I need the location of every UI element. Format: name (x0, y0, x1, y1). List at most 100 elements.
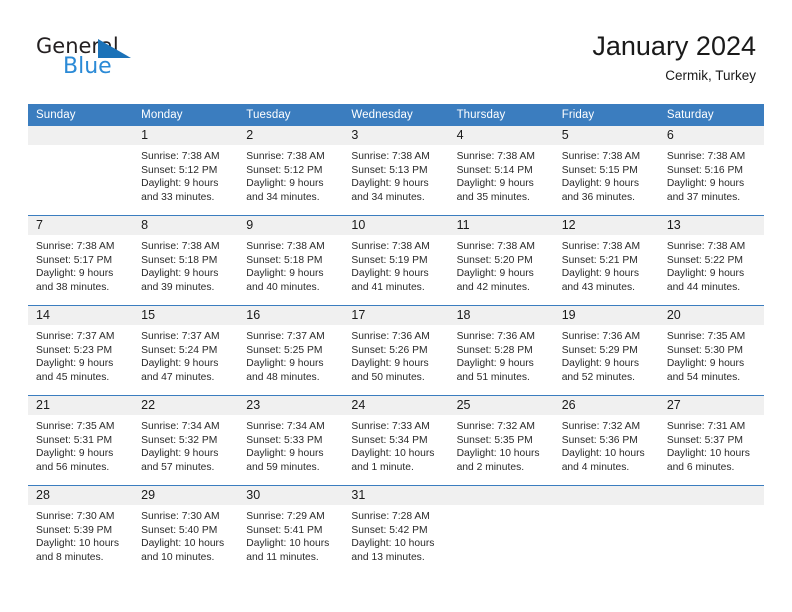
day-cell[interactable]: 24 Sunrise: 7:33 AM Sunset: 5:34 PM Dayl… (343, 395, 449, 486)
day-cell[interactable]: 26 Sunrise: 7:32 AM Sunset: 5:36 PM Dayl… (553, 395, 659, 486)
day-cell[interactable]: 22 Sunrise: 7:34 AM Sunset: 5:32 PM Dayl… (133, 395, 239, 486)
daylight-text: Daylight: 9 hours and 42 minutes. (456, 268, 534, 293)
day-info: Sunrise: 7:33 AM Sunset: 5:34 PM Dayligh… (343, 415, 448, 474)
weekday-header-saturday: Saturday (658, 104, 764, 126)
day-cell[interactable]: 27 Sunrise: 7:31 AM Sunset: 5:37 PM Dayl… (658, 395, 764, 486)
day-cell[interactable] (28, 126, 134, 216)
day-info: Sunrise: 7:36 AM Sunset: 5:29 PM Dayligh… (554, 325, 659, 384)
day-number: 8 (133, 216, 239, 235)
day-cell[interactable]: 10 Sunrise: 7:38 AM Sunset: 5:19 PM Dayl… (343, 215, 449, 306)
day-info: Sunrise: 7:35 AM Sunset: 5:30 PM Dayligh… (659, 325, 764, 384)
sunrise-text: Sunrise: 7:38 AM (36, 241, 115, 252)
day-cell[interactable]: 12 Sunrise: 7:38 AM Sunset: 5:21 PM Dayl… (553, 215, 659, 306)
day-cell[interactable]: 13 Sunrise: 7:38 AM Sunset: 5:22 PM Dayl… (658, 215, 764, 306)
day-cell[interactable]: 31 Sunrise: 7:28 AM Sunset: 5:42 PM Dayl… (343, 485, 449, 575)
day-info: Sunrise: 7:38 AM Sunset: 5:16 PM Dayligh… (659, 145, 764, 204)
daylight-text: Daylight: 9 hours and 45 minutes. (36, 358, 114, 383)
day-cell[interactable]: 15 Sunrise: 7:37 AM Sunset: 5:24 PM Dayl… (133, 305, 239, 396)
daylight-text: Daylight: 9 hours and 48 minutes. (246, 358, 324, 383)
day-cell[interactable]: 19 Sunrise: 7:36 AM Sunset: 5:29 PM Dayl… (553, 305, 659, 396)
daylight-text: Daylight: 9 hours and 37 minutes. (666, 178, 745, 203)
daylight-text: Daylight: 9 hours and 52 minutes. (561, 358, 639, 383)
sunrise-text: Sunrise: 7:37 AM (141, 331, 220, 342)
daylight-text: Daylight: 10 hours and 6 minutes. (666, 448, 750, 473)
sunrise-text: Sunrise: 7:28 AM (351, 511, 430, 522)
day-info: Sunrise: 7:38 AM Sunset: 5:19 PM Dayligh… (343, 235, 448, 294)
day-cell[interactable]: 23 Sunrise: 7:34 AM Sunset: 5:33 PM Dayl… (238, 395, 344, 486)
week-row: 14 Sunrise: 7:37 AM Sunset: 5:23 PM Dayl… (28, 305, 764, 396)
sunrise-text: Sunrise: 7:36 AM (456, 331, 535, 342)
day-info: Sunrise: 7:38 AM Sunset: 5:13 PM Dayligh… (343, 145, 448, 204)
day-number (448, 486, 554, 505)
day-cell[interactable]: 16 Sunrise: 7:37 AM Sunset: 5:25 PM Dayl… (238, 305, 344, 396)
sunset-text: Sunset: 5:13 PM (351, 164, 428, 176)
daylight-text: Daylight: 10 hours and 11 minutes. (246, 538, 330, 563)
day-number: 24 (343, 396, 449, 415)
day-cell[interactable]: 4 Sunrise: 7:38 AM Sunset: 5:14 PM Dayli… (448, 126, 554, 216)
day-cell[interactable]: 29 Sunrise: 7:30 AM Sunset: 5:40 PM Dayl… (133, 485, 239, 575)
sunrise-text: Sunrise: 7:38 AM (561, 241, 641, 252)
sunrise-text: Sunrise: 7:34 AM (141, 421, 220, 432)
day-info: Sunrise: 7:36 AM Sunset: 5:28 PM Dayligh… (449, 325, 554, 384)
day-number: 14 (28, 306, 134, 325)
day-cell[interactable]: 11 Sunrise: 7:38 AM Sunset: 5:20 PM Dayl… (448, 215, 554, 306)
day-number (28, 126, 134, 145)
day-number: 6 (658, 126, 764, 145)
day-number (553, 486, 659, 505)
daylight-text: Daylight: 10 hours and 8 minutes. (36, 538, 119, 563)
day-cell[interactable]: 20 Sunrise: 7:35 AM Sunset: 5:30 PM Dayl… (658, 305, 764, 396)
day-info: Sunrise: 7:38 AM Sunset: 5:12 PM Dayligh… (133, 145, 238, 204)
day-number: 4 (448, 126, 554, 145)
day-cell[interactable]: 9 Sunrise: 7:38 AM Sunset: 5:18 PM Dayli… (238, 215, 344, 306)
day-cell[interactable] (658, 485, 764, 575)
day-cell[interactable]: 8 Sunrise: 7:38 AM Sunset: 5:18 PM Dayli… (133, 215, 239, 306)
daylight-text: Daylight: 9 hours and 33 minutes. (141, 178, 219, 203)
sunset-text: Sunset: 5:18 PM (246, 254, 323, 266)
day-cell[interactable]: 7 Sunrise: 7:38 AM Sunset: 5:17 PM Dayli… (28, 215, 134, 306)
sunset-text: Sunset: 5:15 PM (561, 164, 638, 176)
day-cell[interactable] (553, 485, 659, 575)
day-number: 21 (28, 396, 134, 415)
day-cell[interactable]: 30 Sunrise: 7:29 AM Sunset: 5:41 PM Dayl… (238, 485, 344, 575)
day-cell[interactable]: 21 Sunrise: 7:35 AM Sunset: 5:31 PM Dayl… (28, 395, 134, 486)
day-cell[interactable]: 1 Sunrise: 7:38 AM Sunset: 5:12 PM Dayli… (133, 126, 239, 216)
page-title: January 2024 (592, 31, 756, 61)
daylight-text: Daylight: 9 hours and 40 minutes. (246, 268, 324, 293)
day-cell[interactable] (448, 485, 554, 575)
sunrise-text: Sunrise: 7:38 AM (666, 151, 746, 162)
week-row: 1 Sunrise: 7:38 AM Sunset: 5:12 PM Dayli… (28, 126, 764, 216)
weekday-header-sunday: Sunday (28, 104, 134, 126)
sunrise-text: Sunrise: 7:32 AM (456, 421, 535, 432)
calendar-body: 1 Sunrise: 7:38 AM Sunset: 5:12 PM Dayli… (28, 126, 764, 575)
day-cell[interactable]: 28 Sunrise: 7:30 AM Sunset: 5:39 PM Dayl… (28, 485, 134, 575)
daylight-text: Daylight: 9 hours and 36 minutes. (561, 178, 639, 203)
day-cell[interactable]: 17 Sunrise: 7:36 AM Sunset: 5:26 PM Dayl… (343, 305, 449, 396)
day-info: Sunrise: 7:28 AM Sunset: 5:42 PM Dayligh… (343, 505, 448, 564)
daylight-text: Daylight: 10 hours and 13 minutes. (351, 538, 435, 563)
day-number: 27 (658, 396, 764, 415)
day-info: Sunrise: 7:30 AM Sunset: 5:39 PM Dayligh… (28, 505, 133, 564)
day-info: Sunrise: 7:38 AM Sunset: 5:22 PM Dayligh… (659, 235, 764, 294)
day-info: Sunrise: 7:29 AM Sunset: 5:41 PM Dayligh… (238, 505, 343, 564)
day-cell[interactable]: 14 Sunrise: 7:37 AM Sunset: 5:23 PM Dayl… (28, 305, 134, 396)
sunset-text: Sunset: 5:41 PM (246, 524, 323, 536)
day-cell[interactable]: 6 Sunrise: 7:38 AM Sunset: 5:16 PM Dayli… (658, 126, 764, 216)
sunrise-text: Sunrise: 7:32 AM (561, 421, 641, 432)
day-cell[interactable]: 25 Sunrise: 7:32 AM Sunset: 5:35 PM Dayl… (448, 395, 554, 486)
daylight-text: Daylight: 9 hours and 43 minutes. (561, 268, 639, 293)
weekday-header-wednesday: Wednesday (343, 104, 449, 126)
day-number: 16 (238, 306, 344, 325)
day-cell[interactable]: 3 Sunrise: 7:38 AM Sunset: 5:13 PM Dayli… (343, 126, 449, 216)
day-cell[interactable]: 2 Sunrise: 7:38 AM Sunset: 5:12 PM Dayli… (238, 126, 344, 216)
day-info: Sunrise: 7:38 AM Sunset: 5:17 PM Dayligh… (28, 235, 133, 294)
day-cell[interactable]: 18 Sunrise: 7:36 AM Sunset: 5:28 PM Dayl… (448, 305, 554, 396)
sunset-text: Sunset: 5:33 PM (246, 434, 323, 446)
day-number: 12 (553, 216, 659, 235)
title-block: January 2024 Cermik, Turkey (592, 30, 756, 84)
day-info: Sunrise: 7:34 AM Sunset: 5:32 PM Dayligh… (133, 415, 238, 474)
day-info: Sunrise: 7:38 AM Sunset: 5:18 PM Dayligh… (238, 235, 343, 294)
day-cell[interactable]: 5 Sunrise: 7:38 AM Sunset: 5:15 PM Dayli… (553, 126, 659, 216)
day-number: 18 (448, 306, 554, 325)
day-info (28, 145, 133, 150)
day-number: 3 (343, 126, 449, 145)
